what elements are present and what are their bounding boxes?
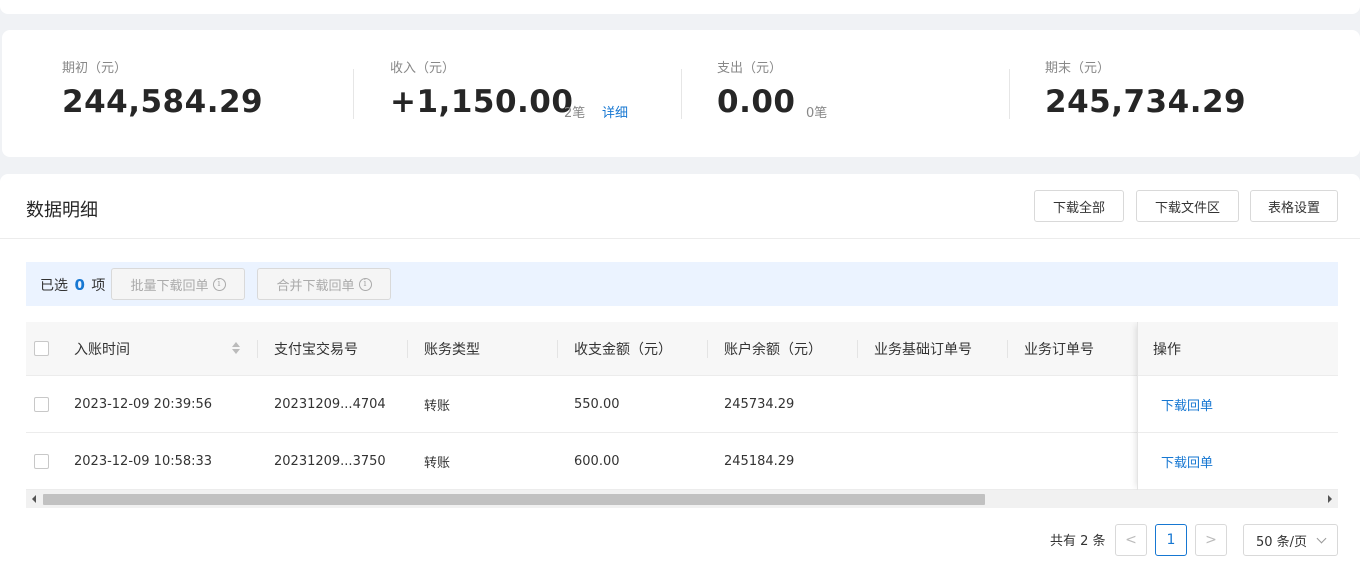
chevron-down-icon xyxy=(1316,533,1327,544)
divider xyxy=(353,69,354,119)
page-size-value: 50 条/页 xyxy=(1256,534,1308,550)
row-select-cell xyxy=(34,433,49,489)
horizontal-scrollbar[interactable] xyxy=(26,490,1338,508)
table-settings-button[interactable]: 表格设置 xyxy=(1250,190,1338,222)
row-checkbox[interactable] xyxy=(34,453,49,469)
top-card xyxy=(0,0,1360,14)
cell-trade-no: 20231209...3750 xyxy=(274,453,386,469)
page-size-select[interactable]: 50 条/页 xyxy=(1243,524,1338,556)
expense-label: 支出（元） xyxy=(717,61,783,76)
select-all-checkbox[interactable] xyxy=(34,341,49,356)
download-all-button[interactable]: 下载全部 xyxy=(1034,190,1124,222)
prev-page-button[interactable]: < xyxy=(1115,524,1147,556)
cell-trade-no: 20231209...4704 xyxy=(274,396,386,412)
scroll-left-arrow-icon[interactable] xyxy=(32,495,36,503)
closing-balance-value: 245,734.29 xyxy=(1045,84,1247,120)
opening-balance-label: 期初（元） xyxy=(62,61,128,76)
closing-balance-label: 期末（元） xyxy=(1045,61,1111,76)
cell-type: 转账 xyxy=(424,398,451,414)
cell-balance: 245184.29 xyxy=(724,453,795,469)
batch-download-label: 批量下载回单 xyxy=(130,278,209,294)
merge-download-label: 合并下载回单 xyxy=(276,278,355,294)
page-1-button[interactable]: 1 xyxy=(1155,524,1187,556)
column-divider xyxy=(557,340,558,358)
summary-panel: 期初（元） 244,584.29 收入（元） +1,150.00 2笔 详细 支… xyxy=(2,30,1360,157)
select-all-cell xyxy=(34,322,49,375)
info-icon: i xyxy=(212,277,226,291)
merge-download-button[interactable]: 合并下载回单 i xyxy=(257,268,391,300)
income-count: 2笔 xyxy=(564,106,586,121)
cell-amount: 550.00 xyxy=(574,396,620,412)
divider xyxy=(1009,69,1010,119)
column-header-balance: 账户余额（元） xyxy=(724,341,822,358)
expense-count: 0笔 xyxy=(806,106,828,121)
selection-count: 0 xyxy=(74,276,85,294)
column-header-trade-no: 支付宝交易号 xyxy=(274,341,358,358)
scroll-right-arrow-icon[interactable] xyxy=(1328,495,1332,503)
detail-panel: 数据明细 下载全部 下载文件区 表格设置 已选 0 项 批量下载回单 i 合并下… xyxy=(0,174,1360,582)
fixed-action-column xyxy=(1137,322,1338,490)
cell-balance: 245734.29 xyxy=(724,396,795,412)
column-header-type: 账务类型 xyxy=(424,341,480,358)
column-header-amount: 收支金额（元） xyxy=(574,341,672,358)
column-header-base-order: 业务基础订单号 xyxy=(874,341,972,358)
income-label: 收入（元） xyxy=(390,61,456,76)
info-icon: i xyxy=(358,277,372,291)
column-header-order: 业务订单号 xyxy=(1024,341,1094,358)
selection-summary: 已选 0 项 xyxy=(40,275,105,295)
transactions-table: 入账时间 支付宝交易号 账务类型 收支金额（元） 账户余额（元） 业务基础订单号… xyxy=(26,322,1338,508)
column-divider xyxy=(707,340,708,358)
pagination-total: 共有 2 条 xyxy=(1050,534,1106,549)
divider xyxy=(681,69,682,119)
column-divider xyxy=(1007,340,1008,358)
row-select-cell xyxy=(34,376,49,432)
detail-title: 数据明细 xyxy=(26,200,98,221)
scrollbar-thumb[interactable] xyxy=(43,494,985,505)
opening-balance-value: 244,584.29 xyxy=(62,84,264,120)
selection-prefix: 已选 xyxy=(40,278,68,294)
column-divider xyxy=(257,340,258,358)
cell-time: 2023-12-09 10:58:33 xyxy=(74,453,213,469)
next-page-button[interactable]: > xyxy=(1195,524,1227,556)
cell-type: 转账 xyxy=(424,455,451,471)
column-divider xyxy=(407,340,408,358)
cell-time: 2023-12-09 20:39:56 xyxy=(74,396,213,412)
income-value: +1,150.00 xyxy=(390,84,574,120)
row-checkbox[interactable] xyxy=(34,396,49,412)
expense-value: 0.00 xyxy=(717,84,796,120)
column-header-time[interactable]: 入账时间 xyxy=(74,322,130,375)
batch-download-button[interactable]: 批量下载回单 i xyxy=(111,268,245,300)
selection-suffix: 项 xyxy=(91,278,106,294)
column-divider xyxy=(857,340,858,358)
download-files-button[interactable]: 下载文件区 xyxy=(1136,190,1239,222)
sort-icon[interactable] xyxy=(232,342,240,354)
cell-amount: 600.00 xyxy=(574,453,620,469)
income-detail-link[interactable]: 详细 xyxy=(602,102,628,121)
selection-bar: 已选 0 项 批量下载回单 i 合并下载回单 i xyxy=(26,262,1338,306)
header-divider xyxy=(0,238,1360,239)
